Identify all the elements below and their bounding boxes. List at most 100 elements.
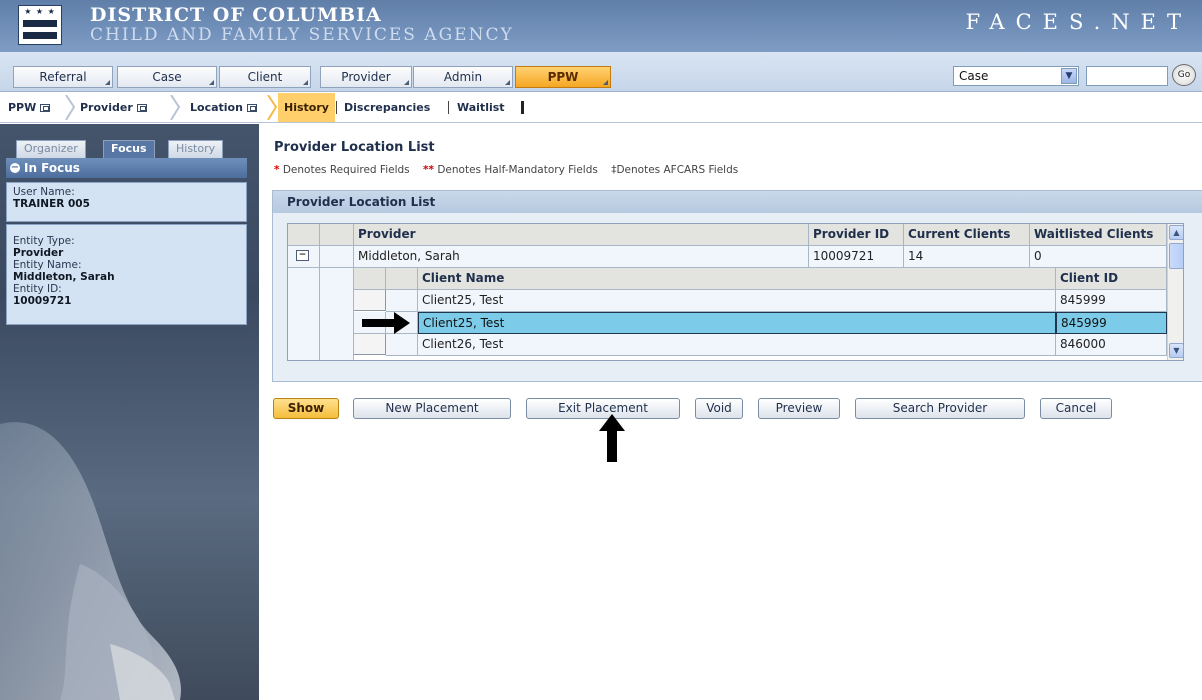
entity-info-box: Entity Type: Provider Entity Name: Middl… <box>6 224 247 325</box>
afcars-legend: ‡Denotes AFCARS Fields <box>611 164 739 176</box>
provider-name-cell[interactable]: Middleton, Sarah <box>354 246 809 268</box>
header-waitlisted-clients[interactable]: Waitlisted Clients <box>1030 224 1167 246</box>
breadcrumb-ppw[interactable]: PPW <box>8 93 51 122</box>
entity-name-label: Entity Name: <box>13 259 82 271</box>
tab-focus[interactable]: Focus <box>103 140 155 158</box>
scroll-down-icon[interactable]: ▼ <box>1169 343 1183 358</box>
sub-header-client-id[interactable]: Client ID <box>1056 268 1167 290</box>
half-mandatory-mark: ** <box>423 164 434 176</box>
nav-tab-label: PPW <box>547 70 579 84</box>
entity-id-value: 10009721 <box>13 295 72 307</box>
nav-tab-case[interactable]: Case <box>117 66 217 88</box>
provider-toggle-cell: − <box>288 246 320 268</box>
entity-name-value: Middleton, Sarah <box>13 271 115 283</box>
nav-tab-ppw[interactable]: PPW <box>515 66 611 88</box>
required-legend: Denotes Required Fields <box>282 164 410 176</box>
show-button[interactable]: Show <box>273 398 339 419</box>
grid-blank-cell <box>386 334 418 356</box>
breadcrumb-history[interactable]: History <box>278 93 335 122</box>
breadcrumb-label: History <box>284 101 329 114</box>
sub-header-blank <box>354 268 386 290</box>
tab-corner-icon <box>603 80 608 85</box>
nav-tab-label: Provider <box>341 70 391 84</box>
search-input[interactable] <box>1086 66 1168 86</box>
provider-id-cell: 10009721 <box>809 246 904 268</box>
chevron-down-icon[interactable]: ▼ <box>1061 68 1077 84</box>
collapse-icon[interactable]: − <box>10 163 20 173</box>
nav-tab-admin[interactable]: Admin <box>413 66 513 88</box>
in-focus-title: In Focus <box>24 161 80 175</box>
breadcrumb-label: Provider <box>80 101 133 114</box>
nav-tab-client[interactable]: Client <box>219 66 311 88</box>
panel-title: Provider Location List <box>273 191 1202 213</box>
breadcrumb-end-marker <box>521 101 524 114</box>
go-button[interactable]: Go <box>1172 64 1196 86</box>
window-icon <box>40 104 51 112</box>
entity-id-label: Entity ID: <box>13 283 62 295</box>
preview-button[interactable]: Preview <box>758 398 840 419</box>
row-selector[interactable] <box>354 334 386 355</box>
top-navigation: Referral Case Client Provider Admin PPW … <box>0 52 1202 92</box>
nav-tab-label: Admin <box>443 70 483 84</box>
header-provider-id[interactable]: Provider ID <box>809 224 904 246</box>
indent-column <box>288 268 320 360</box>
cancel-button[interactable]: Cancel <box>1040 398 1112 419</box>
nav-tab-provider[interactable]: Provider <box>320 66 412 88</box>
grid-header-blank <box>320 224 354 246</box>
void-button[interactable]: Void <box>695 398 743 419</box>
search-type-select[interactable]: Case ▼ <box>953 66 1079 86</box>
client-name-cell[interactable]: Client26, Test <box>418 334 1056 356</box>
collapse-row-icon[interactable]: − <box>296 250 309 261</box>
tab-corner-icon <box>505 80 510 85</box>
client-id-cell: 846000 <box>1056 334 1167 356</box>
new-placement-button[interactable]: New Placement <box>353 398 511 419</box>
faces-net-logo: FACES.NET <box>965 10 1192 34</box>
scroll-thumb[interactable] <box>1169 243 1183 269</box>
client-name-cell-selected[interactable]: Client25, Test <box>418 312 1056 334</box>
breadcrumb-waitlist[interactable]: Waitlist <box>457 93 505 122</box>
breadcrumb-label: Discrepancies <box>344 101 431 114</box>
breadcrumb-discrepancies[interactable]: Discrepancies <box>344 93 430 122</box>
window-icon <box>246 104 257 112</box>
client-name-cell[interactable]: Client25, Test <box>418 290 1056 312</box>
sub-header-client-name[interactable]: Client Name <box>418 268 1056 290</box>
breadcrumb-provider[interactable]: Provider <box>80 93 147 122</box>
tab-corner-icon <box>303 80 308 85</box>
header-current-clients[interactable]: Current Clients <box>904 224 1030 246</box>
nav-tab-referral[interactable]: Referral <box>13 66 113 88</box>
focus-sidebar: Organizer Focus History − In Focus User … <box>0 124 259 700</box>
nav-tab-label: Referral <box>39 70 87 84</box>
agency-title: DISTRICT OF COLUMBIA <box>90 4 382 26</box>
required-mark: * <box>274 164 280 176</box>
sub-header-blank <box>386 268 418 290</box>
half-mandatory-legend: Denotes Half-Mandatory Fields <box>437 164 598 176</box>
grid-blank-cell <box>386 290 418 312</box>
grid-scrollbar[interactable]: ▲ ▼ <box>1167 224 1183 360</box>
window-icon <box>136 104 147 112</box>
nav-tab-label: Client <box>247 70 283 84</box>
indent-column <box>320 268 354 360</box>
hands-photo-decoration <box>0 422 181 700</box>
breadcrumb-location[interactable]: Location <box>190 93 257 122</box>
dc-flag-icon: ★ ★ ★ <box>18 5 62 45</box>
breadcrumb-separator-icon <box>65 95 75 120</box>
tab-corner-icon <box>105 80 110 85</box>
tab-organizer[interactable]: Organizer <box>16 140 86 158</box>
scroll-up-icon[interactable]: ▲ <box>1169 225 1183 240</box>
tab-corner-icon <box>209 80 214 85</box>
up-arrow-annotation-icon <box>599 414 625 462</box>
page-title: Provider Location List <box>274 140 435 155</box>
grid-header-blank <box>288 224 320 246</box>
tab-history[interactable]: History <box>168 140 224 158</box>
client-id-cell: 845999 <box>1056 290 1167 312</box>
waitlisted-clients-cell: 0 <box>1030 246 1167 268</box>
row-selector[interactable] <box>354 290 386 311</box>
search-provider-button[interactable]: Search Provider <box>855 398 1025 419</box>
header-provider[interactable]: Provider <box>354 224 809 246</box>
in-focus-header[interactable]: − In Focus <box>6 158 247 178</box>
app-window: ★ ★ ★ DISTRICT OF COLUMBIA CHILD AND FAM… <box>0 0 1202 700</box>
user-name-value: TRAINER 005 <box>13 198 90 210</box>
entity-type-value: Provider <box>13 247 64 259</box>
agency-subtitle: CHILD AND FAMILY SERVICES AGENCY <box>90 25 514 45</box>
provider-location-grid: Provider Provider ID Current Clients Wai… <box>287 223 1184 361</box>
